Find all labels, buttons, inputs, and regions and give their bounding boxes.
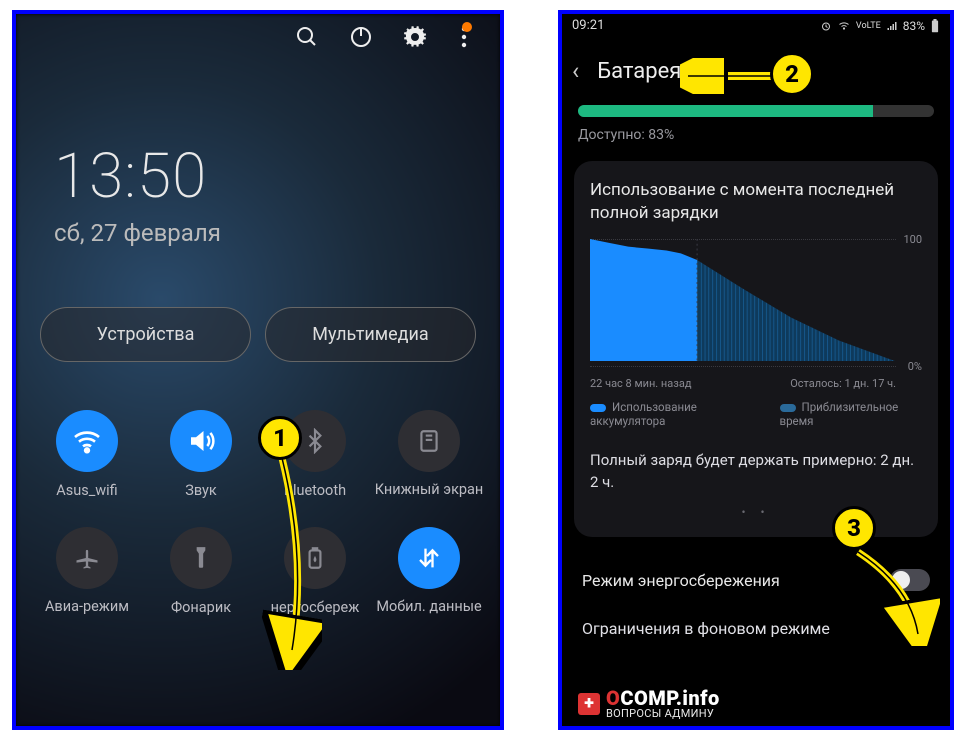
power-icon[interactable] [348, 24, 374, 50]
tile-label: Книжный экран [375, 482, 484, 499]
battery-progress [562, 105, 950, 117]
mobile-data-icon [398, 527, 460, 589]
battery-icon [930, 19, 940, 33]
tile-airplane[interactable]: Авиа-режим [30, 513, 144, 630]
available-label: Доступно: 83% [562, 117, 950, 161]
notification-dot [462, 22, 472, 32]
more-icon[interactable] [456, 24, 482, 50]
card-title: Использование с момента последней полной… [590, 179, 922, 225]
tile-flashlight[interactable]: Фонарик [144, 513, 258, 630]
gear-icon[interactable] [402, 24, 428, 50]
page-title: Батарея [597, 59, 681, 84]
clock-date: сб, 27 февраля [54, 219, 500, 247]
annotation-arrow-1 [262, 450, 322, 670]
watermark-sub: ВОПРОСЫ АДМИНУ [606, 708, 720, 719]
volte-icon: VoLTE [856, 21, 881, 31]
annotation-arrow-2 [680, 58, 780, 94]
chart-svg [590, 239, 896, 361]
qs-top-icons [16, 14, 500, 50]
annotation-badge-1: 1 [258, 416, 302, 460]
watermark: + OCOMP.info ВОПРОСЫ АДМИНУ [578, 688, 720, 719]
quick-tiles-grid: Asus_wifi Звук Bluetooth Книжный экран [16, 362, 500, 630]
y-tick-100: 100 [903, 233, 922, 246]
tile-label: Фонарик [171, 599, 231, 616]
tile-label: Мобил. данные [376, 599, 481, 616]
watermark-plus-icon: + [578, 693, 600, 715]
axis-right: Осталось: 1 дн. 17 ч. [790, 377, 896, 390]
axis-left: 22 час 8 мин. назад [590, 377, 691, 390]
status-right: VoLTE 83% [820, 19, 940, 33]
chart-legend: Использование аккумулятора Приблизительн… [590, 400, 922, 428]
tile-sound[interactable]: Звук [144, 396, 258, 513]
alarm-icon [820, 20, 832, 32]
status-time: 09:21 [572, 18, 604, 33]
battery-pct: 83% [903, 19, 925, 33]
devices-pill[interactable]: Устройства [40, 307, 251, 362]
media-pill[interactable]: Мультимедиа [265, 307, 476, 362]
phone-quick-settings: 13:50 сб, 27 февраля Устройства Мультиме… [12, 10, 504, 730]
sound-icon [170, 410, 232, 472]
tile-label: Авиа-режим [45, 599, 129, 616]
usage-chart: 100 0% [590, 239, 922, 367]
book-icon [398, 410, 460, 472]
back-icon[interactable]: ‹ [572, 57, 579, 85]
tile-wifi[interactable]: Asus_wifi [30, 396, 144, 513]
wifi-status-icon [837, 20, 851, 32]
power-saving-label: Режим энергосбережения [582, 571, 780, 590]
legend-estimate: Приблизительное время [780, 400, 899, 428]
usage-card[interactable]: Использование с момента последней полной… [574, 161, 938, 537]
tile-mobile-data[interactable]: Мобил. данные [372, 513, 486, 630]
annotation-badge-2: 2 [770, 52, 814, 96]
tile-label: Asus_wifi [56, 482, 117, 499]
clock-time: 13:50 [54, 140, 500, 213]
status-bar: 09:21 VoLTE 83% [562, 14, 950, 37]
tile-label: Звук [185, 482, 217, 499]
signal-icon [886, 20, 898, 32]
search-icon[interactable] [294, 24, 320, 50]
tile-book-screen[interactable]: Книжный экран [372, 396, 486, 513]
annotation-badge-3: 3 [832, 506, 876, 550]
wifi-icon [56, 410, 118, 472]
y-tick-0: 0% [908, 360, 922, 373]
chart-x-axis: 22 час 8 мин. назад Осталось: 1 дн. 17 ч… [590, 377, 922, 390]
airplane-icon [56, 527, 118, 589]
battery-fill [578, 105, 873, 117]
legend-usage: Использование аккумулятора [590, 400, 697, 428]
full-charge-estimate: Полный заряд будет держать примерно: 2 д… [590, 450, 922, 494]
clock-block: 13:50 сб, 27 февраля [16, 50, 500, 247]
flashlight-icon [170, 527, 232, 589]
annotation-arrow-3 [850, 546, 940, 646]
